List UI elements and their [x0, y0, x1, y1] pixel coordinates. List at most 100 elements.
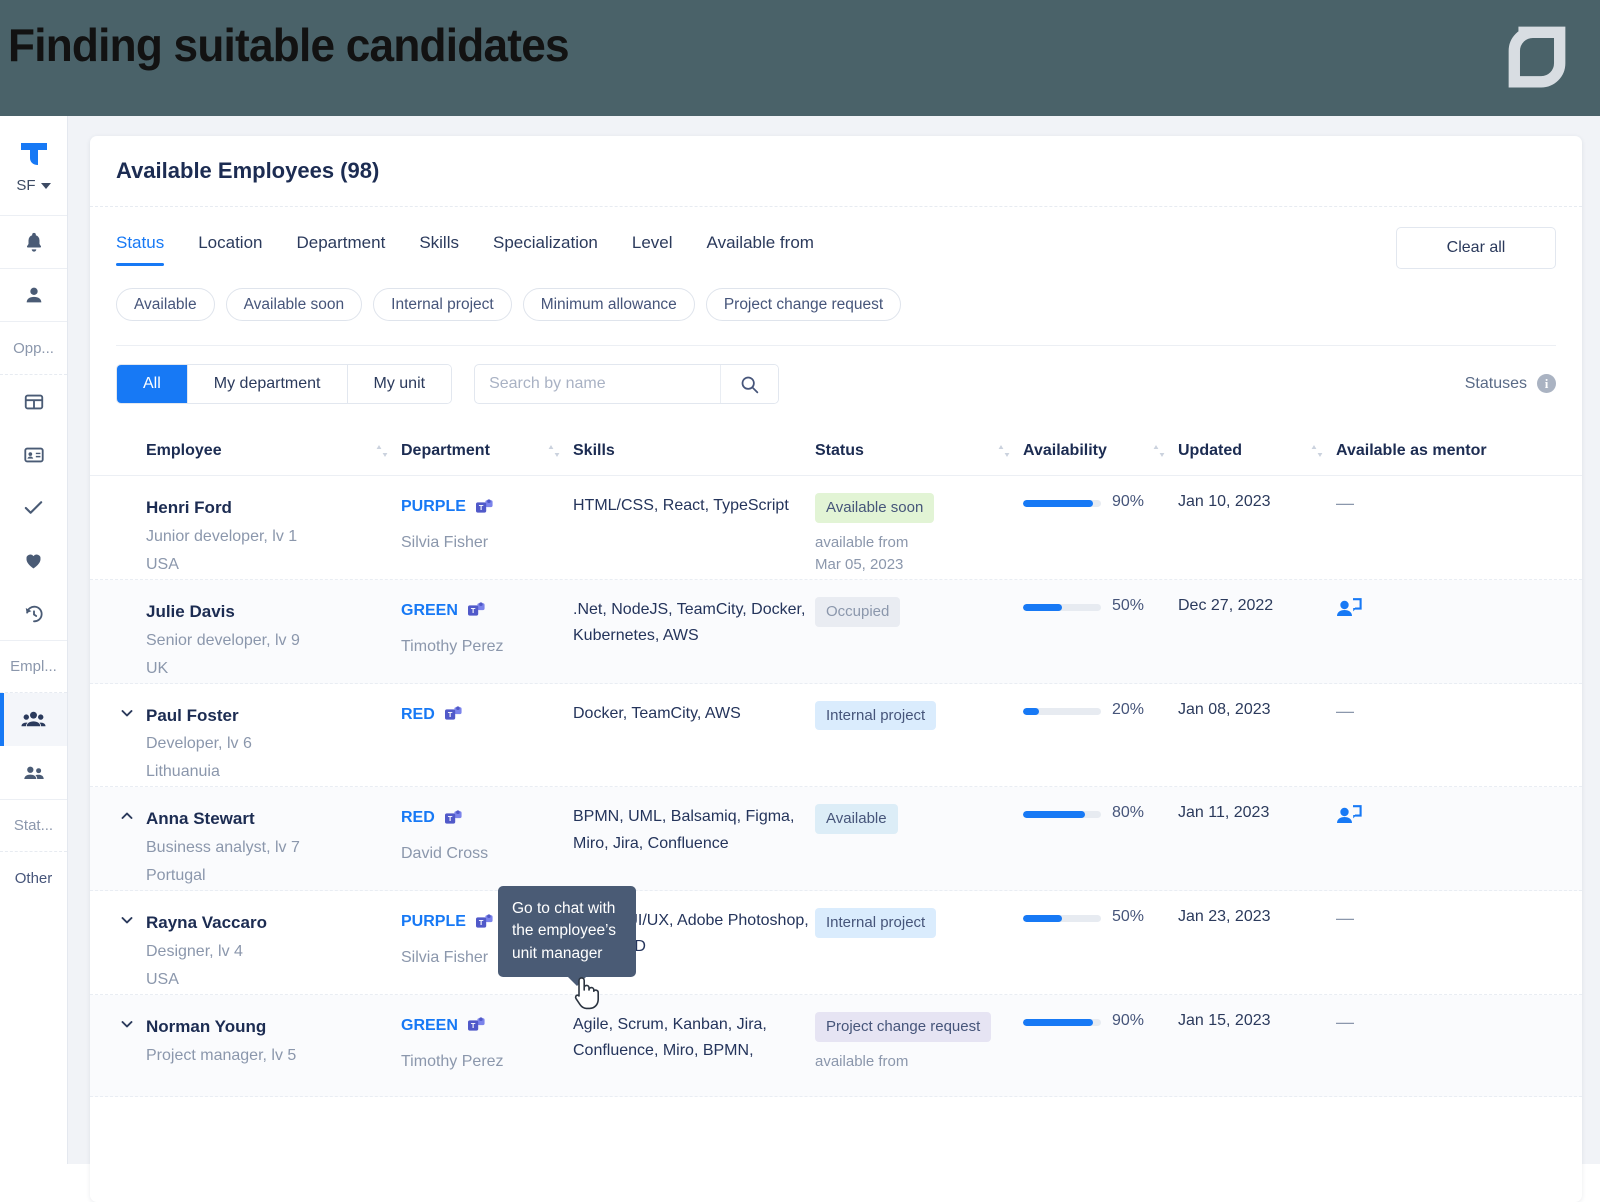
department-name[interactable]: RED T: [401, 701, 573, 729]
availability-percent: 50%: [1112, 596, 1145, 614]
availability-percent: 50%: [1112, 908, 1145, 925]
employee-name[interactable]: Paul Foster: [146, 701, 401, 731]
cell-employee: Rayna Vaccaro Designer, lv 4 USA: [116, 891, 401, 994]
teams-icon[interactable]: T: [475, 498, 494, 516]
tab-specialization[interactable]: Specialization: [493, 233, 598, 266]
sidebar-item-available-employees[interactable]: [0, 693, 67, 746]
scope-my-unit[interactable]: My unit: [347, 365, 452, 403]
search-input[interactable]: [475, 365, 721, 403]
history-clock-icon: [25, 605, 43, 622]
info-icon[interactable]: i: [1537, 374, 1556, 393]
chevron-down-icon[interactable]: [120, 913, 134, 927]
chip-available-soon[interactable]: Available soon: [225, 288, 363, 321]
sidebar-item-history[interactable]: [0, 587, 67, 640]
tab-available-from[interactable]: Available from: [707, 233, 814, 266]
table-row[interactable]: Henri Ford Junior developer, lv 1 USA PU…: [90, 476, 1582, 580]
column-header-updated[interactable]: Updated: [1178, 442, 1336, 460]
sort-icon: [376, 444, 388, 457]
employee-role: Developer, lv 6: [146, 735, 252, 753]
search-button[interactable]: [720, 365, 779, 403]
chip-internal-project[interactable]: Internal project: [373, 288, 512, 321]
tab-status[interactable]: Status: [116, 233, 165, 266]
employee-name[interactable]: Julie Davis: [146, 597, 401, 627]
department-label: RED: [401, 705, 435, 723]
tab-skills[interactable]: Skills: [419, 233, 459, 266]
availability-bar: [1023, 603, 1101, 611]
filter-zone: Status Location Department Skills Specia…: [90, 207, 1582, 321]
column-label: Employee: [146, 441, 222, 459]
sidebar-item-profile[interactable]: [0, 269, 67, 322]
column-header-skills[interactable]: Skills: [573, 442, 815, 460]
department-name[interactable]: PURPLE T: [401, 493, 573, 521]
sidebar-item-teams[interactable]: [0, 746, 67, 799]
search-bar: [474, 364, 780, 404]
employee-name[interactable]: Anna Stewart: [146, 804, 401, 834]
table-row[interactable]: Anna Stewart Business analyst, lv 7 Port…: [90, 787, 1582, 891]
column-header-employee[interactable]: Employee: [116, 442, 401, 460]
chevron-down-icon[interactable]: [120, 706, 134, 720]
table-row[interactable]: Julie Davis Senior developer, lv 9 UK GR…: [90, 579, 1582, 684]
department-manager: Silvia Fisher: [401, 534, 489, 551]
teams-icon[interactable]: T: [467, 1017, 486, 1034]
department-name[interactable]: GREEN T: [401, 597, 573, 625]
cell-skills: HTML/CSS, React, TypeScript: [573, 476, 815, 579]
teams-icon[interactable]: T: [444, 810, 463, 827]
table-row[interactable]: Norman Young Project manager, lv 5 GREEN…: [90, 994, 1582, 1097]
employee-name[interactable]: Rayna Vaccaro: [146, 908, 401, 938]
org-switcher[interactable]: SF: [16, 177, 51, 194]
svg-text:T: T: [471, 606, 476, 615]
scope-my-department[interactable]: My department: [187, 365, 348, 403]
department-label: GREEN: [401, 1016, 458, 1034]
statuses-legend[interactable]: Statuses i: [1465, 374, 1556, 393]
employee-name[interactable]: Norman Young: [146, 1012, 401, 1042]
tab-department[interactable]: Department: [296, 233, 385, 266]
sidebar-brand[interactable]: SF: [0, 116, 67, 216]
skills-list: HTML/CSS, React, TypeScript: [573, 497, 789, 514]
svg-text:T: T: [479, 503, 484, 512]
scope-all[interactable]: All: [117, 365, 188, 403]
department-name[interactable]: GREEN T: [401, 1012, 573, 1040]
mentor-icon[interactable]: [1336, 804, 1362, 826]
sidebar-item-board[interactable]: [0, 375, 67, 428]
chip-project-change-request[interactable]: Project change request: [705, 288, 902, 321]
chevron-up-icon[interactable]: [120, 809, 134, 823]
mentor-icon[interactable]: [1336, 597, 1362, 619]
chevron-down-icon[interactable]: [120, 1017, 134, 1031]
employee-country: UK: [146, 659, 169, 677]
updated-date: Jan 11, 2023: [1178, 804, 1270, 822]
cell-skills: BPMN, UML, Balsamiq, Figma, Miro, Jira, …: [573, 787, 815, 890]
column-header-availability[interactable]: Availability: [1023, 442, 1178, 460]
chip-minimum-allowance[interactable]: Minimum allowance: [522, 288, 695, 321]
column-header-department[interactable]: Department: [401, 442, 573, 460]
sidebar-item-notifications[interactable]: [0, 216, 67, 269]
cell-status: Internal project: [815, 684, 1023, 787]
teams-icon[interactable]: T: [467, 602, 486, 619]
column-label: Department: [401, 441, 490, 459]
sort-icon: [998, 444, 1010, 457]
availability-bar: [1023, 500, 1101, 507]
cell-availability: 90%: [1023, 476, 1178, 579]
availability-percent: 90%: [1112, 1011, 1145, 1029]
teams-icon[interactable]: T: [475, 913, 494, 931]
table-row[interactable]: Rayna Vaccaro Designer, lv 4 USA PURPLE …: [90, 891, 1582, 995]
availability-bar-fill: [1023, 603, 1062, 611]
status-chip-list: Available Available soon Internal projec…: [116, 266, 1556, 321]
tab-level[interactable]: Level: [632, 233, 673, 266]
cell-mentor: [1336, 580, 1536, 683]
availability-bar-fill: [1023, 811, 1086, 819]
teams-icon[interactable]: T: [444, 706, 463, 723]
column-header-status[interactable]: Status: [815, 442, 1023, 460]
cell-status: Available: [815, 787, 1023, 890]
clear-all-button[interactable]: Clear all: [1396, 227, 1556, 269]
table-row[interactable]: Paul Foster Developer, lv 6 Lithuanuia R…: [90, 684, 1582, 788]
updated-date: Jan 15, 2023: [1178, 1011, 1271, 1029]
employee-name[interactable]: Henri Ford: [146, 493, 401, 523]
chip-available[interactable]: Available: [116, 288, 215, 321]
department-name[interactable]: RED T: [401, 804, 573, 832]
sidebar-item-cards[interactable]: [0, 428, 67, 481]
mentor-empty: —: [1336, 1011, 1354, 1032]
brand-t-logo-icon: [20, 143, 47, 165]
tab-location[interactable]: Location: [198, 233, 262, 266]
sidebar-item-favorites[interactable]: [0, 534, 67, 587]
sidebar-item-approvals[interactable]: [0, 481, 67, 534]
